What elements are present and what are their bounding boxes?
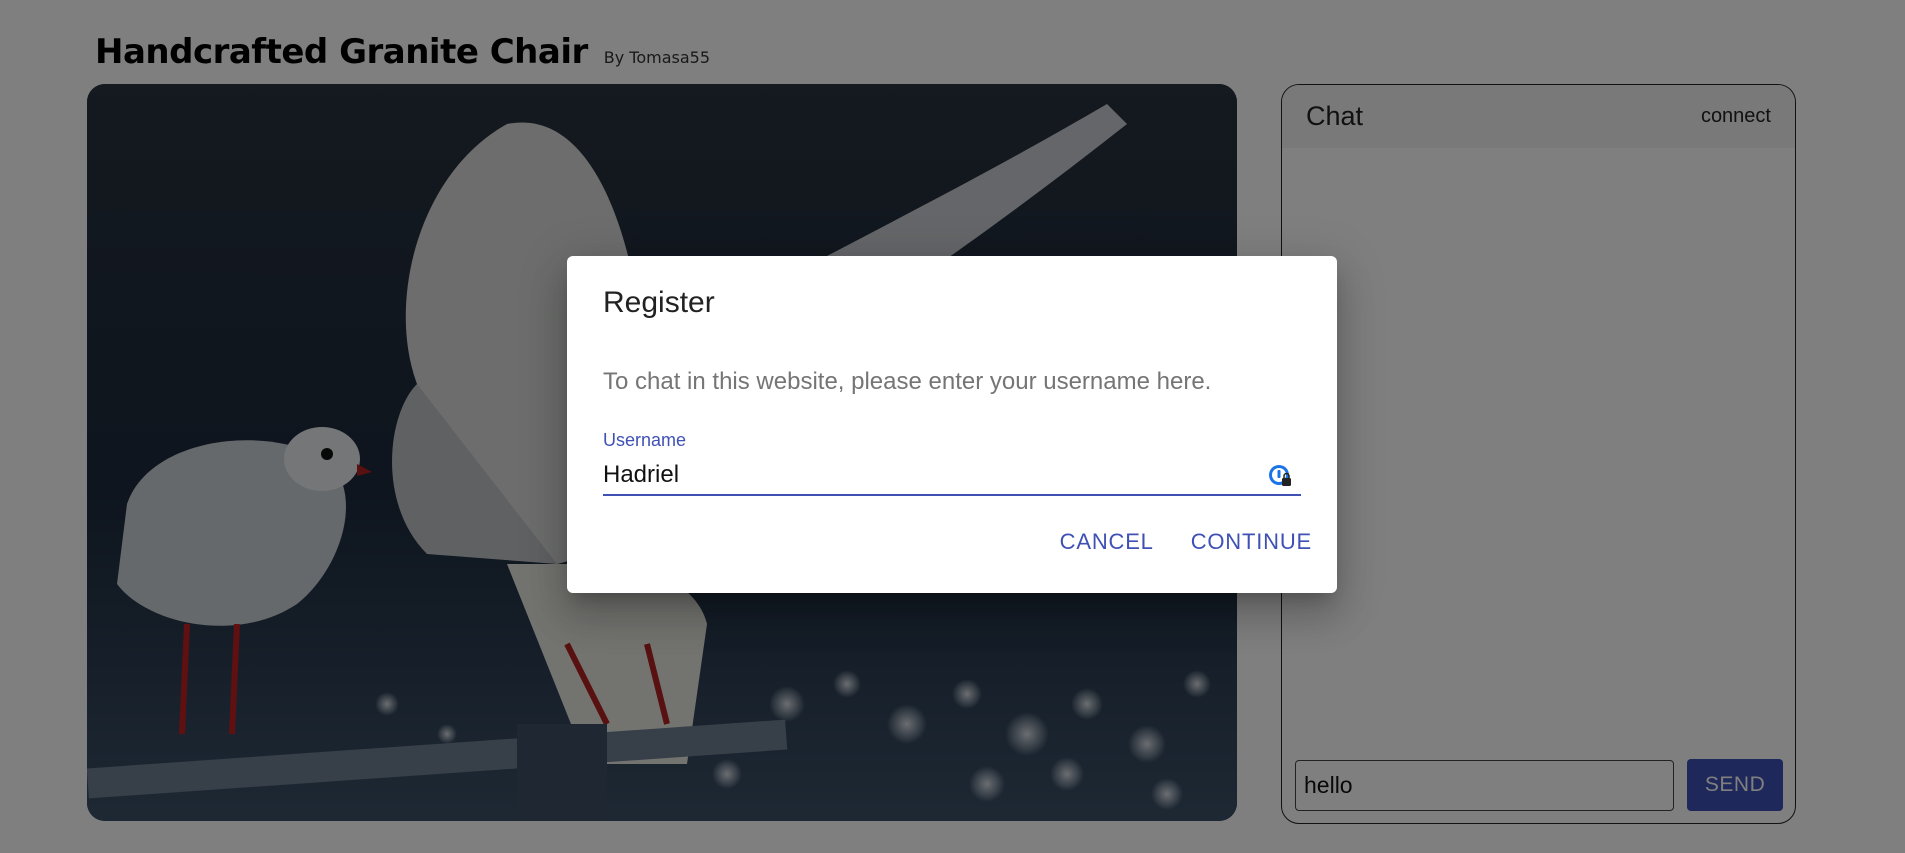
dialog-actions: CANCEL CONTINUE (1060, 529, 1312, 555)
cancel-button[interactable]: CANCEL (1060, 529, 1154, 555)
dialog-title: Register (603, 286, 715, 319)
password-manager-icon[interactable] (1267, 463, 1293, 489)
username-input[interactable] (603, 456, 1301, 496)
dialog-description: To chat in this website, please enter yo… (603, 368, 1212, 395)
continue-button[interactable]: CONTINUE (1191, 529, 1312, 555)
register-dialog: Register To chat in this website, please… (567, 256, 1337, 593)
username-label: Username (603, 430, 687, 450)
